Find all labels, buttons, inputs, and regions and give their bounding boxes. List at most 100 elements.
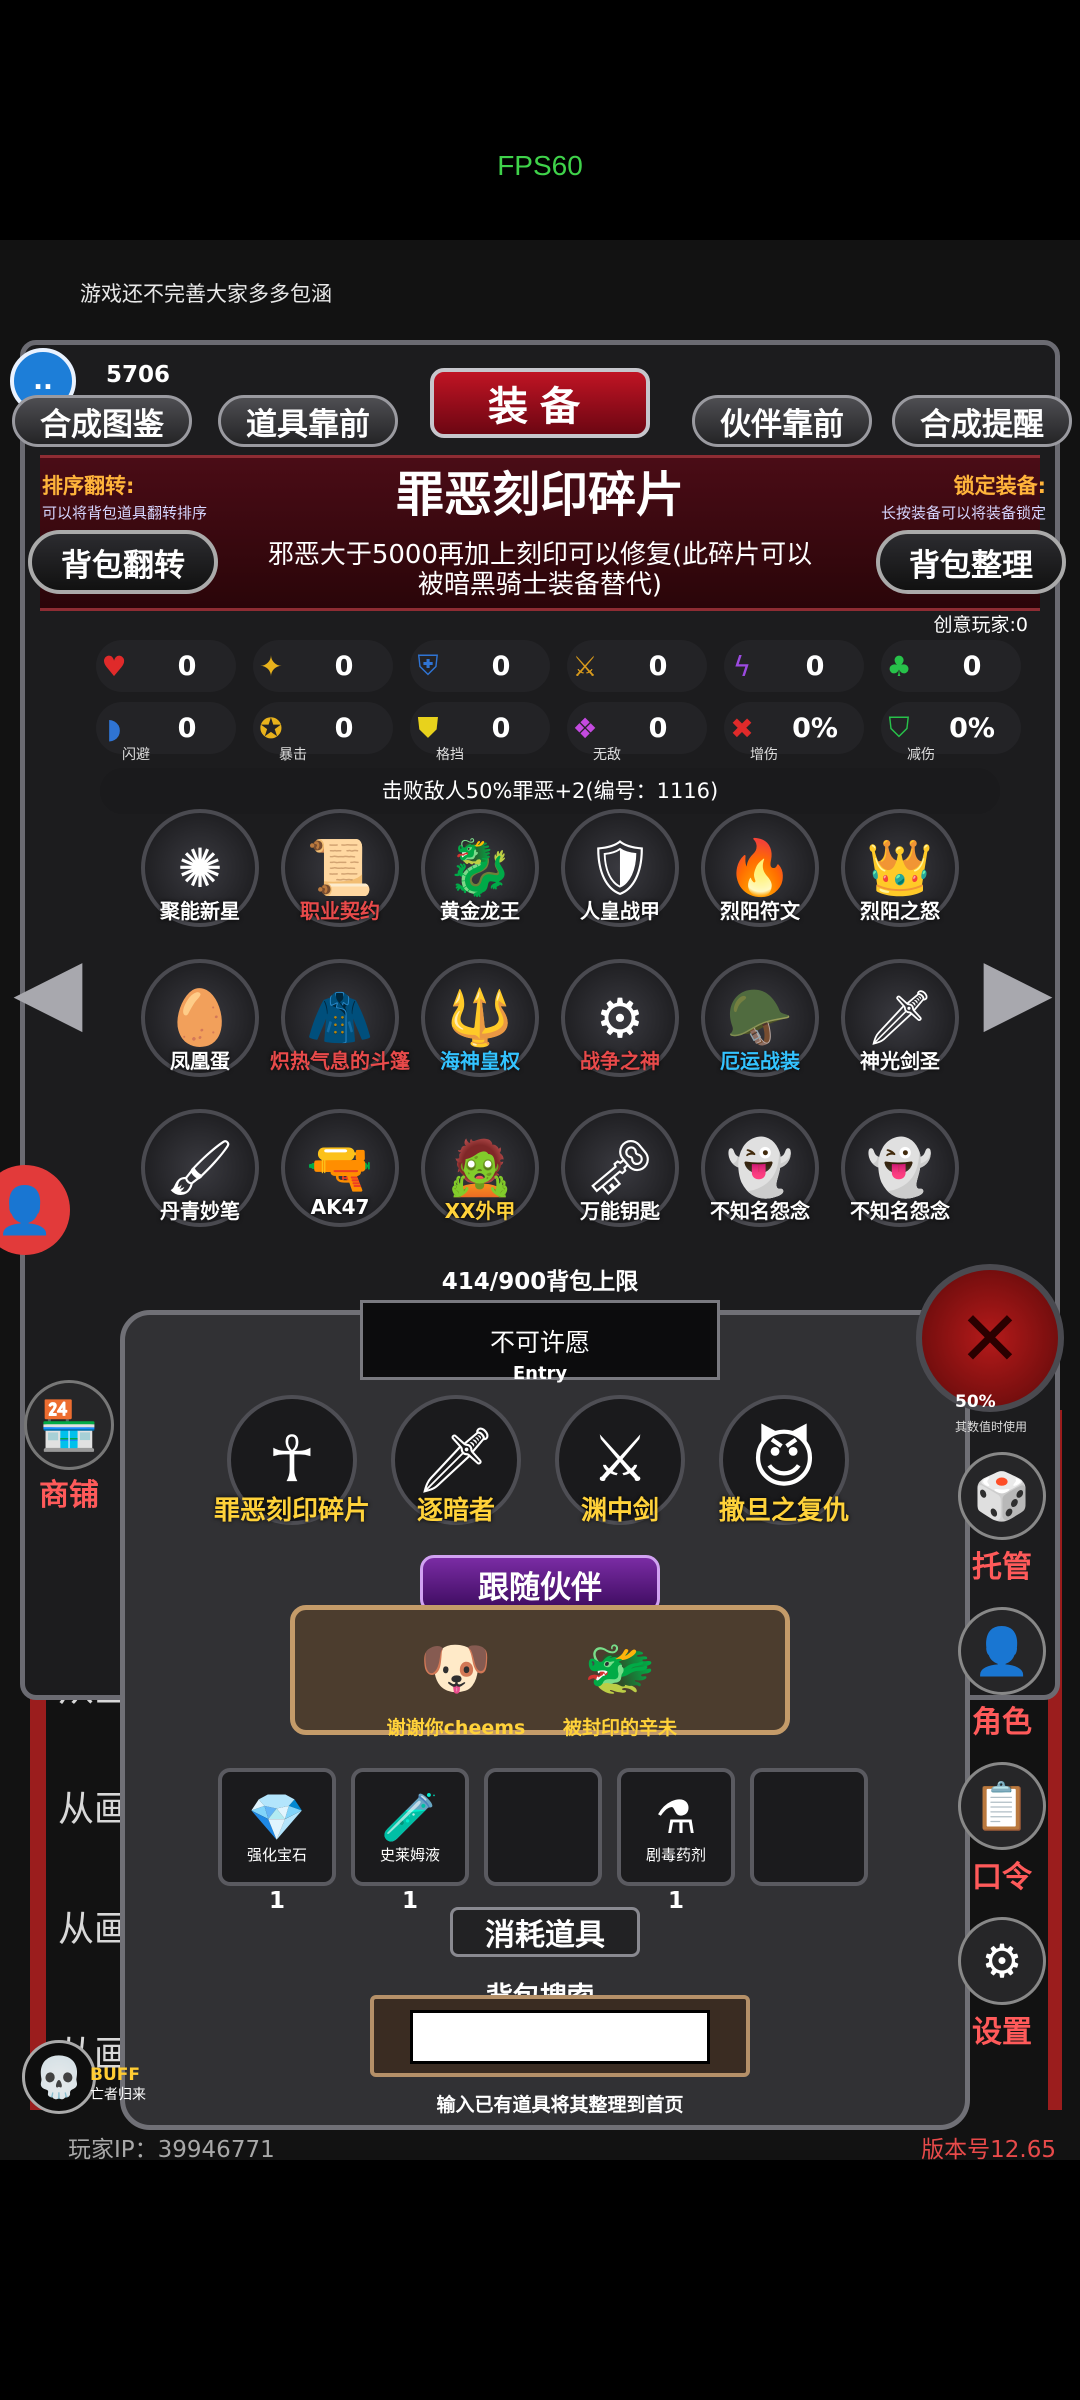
shop-label: 商铺 xyxy=(39,1478,99,1513)
version-label: 版本号12.65 xyxy=(921,2137,1056,2163)
next-page-arrow-icon[interactable]: ▶ xyxy=(978,900,1058,1080)
stat-pill: ✪ 0 暴击 xyxy=(253,702,393,763)
entry-label: Entry xyxy=(512,1363,568,1384)
stat-pill: ⛨ 0 xyxy=(410,640,550,692)
close-button[interactable]: ✕ xyxy=(916,1264,1064,1412)
stat-pill: ⚔ 0 xyxy=(567,640,707,692)
consumable-slot[interactable] xyxy=(750,1768,868,1886)
stat-value: 0 xyxy=(805,650,825,682)
percent-value: 50% xyxy=(955,1392,996,1412)
notice-text: 游戏还不完善大家多多包涵 xyxy=(80,282,332,306)
consumable-icon: 💎 xyxy=(248,1789,306,1844)
sword-icon: ⚔ xyxy=(572,649,598,683)
page-title: 装备 xyxy=(430,368,650,438)
dice-icon: 🎲 xyxy=(958,1452,1046,1540)
equipped-label: 撒旦之复仇 xyxy=(718,1496,849,1526)
shop-icon: 🏪 xyxy=(24,1380,114,1470)
lock-equip-title: 锁定装备: xyxy=(953,474,1046,498)
stat-value: 0 xyxy=(648,650,668,682)
wish-text: 不可许愿 xyxy=(489,1328,590,1357)
consumable-name: 史莱姆液 xyxy=(379,1845,440,1864)
inventory-label: 神光剑圣 xyxy=(860,1049,940,1073)
right-menu-item[interactable]: ⚙ 设置 xyxy=(956,1917,1048,2051)
consumable-slot[interactable] xyxy=(484,1768,602,1886)
right-menu-label: 角色 xyxy=(972,1705,1032,1740)
player-ip: 玩家IP：39946771 xyxy=(68,2137,275,2163)
right-menu-label: 托管 xyxy=(972,1550,1032,1585)
buff-title: BUFF xyxy=(90,2065,140,2085)
consumable-icon: ⚗ xyxy=(655,1789,697,1844)
consumable-name: 剧毒药剂 xyxy=(645,1845,706,1864)
heart-icon: ♥ xyxy=(101,649,127,683)
tab-companions-first[interactable]: 伙伴靠前 xyxy=(692,395,872,447)
inventory-label: 烈阳之怒 xyxy=(860,899,940,923)
stat-pill: ⛊ 0 格挡 xyxy=(410,702,550,763)
companion-slot[interactable]: 🐲 xyxy=(570,1618,670,1718)
stat-value: 0 xyxy=(334,712,354,744)
companion-slot[interactable]: 🐶 xyxy=(406,1618,506,1718)
bag-tidy-button[interactable]: 背包整理 xyxy=(876,530,1066,594)
lock-equip-desc: 长按装备可以将装备锁定 xyxy=(880,504,1046,522)
score-value: 5706 xyxy=(106,362,171,388)
stat-pill: ⛉ 0% 减伤 xyxy=(881,702,1021,763)
creative-player-count: 创意玩家:0 xyxy=(933,614,1029,636)
consumable-slot[interactable]: 🧪 史莱姆液 xyxy=(351,1768,469,1886)
stat-value: 0 xyxy=(648,712,668,744)
stat-label: 闪避 xyxy=(122,747,150,763)
buff-sub: 亡者归来 xyxy=(90,2087,146,2103)
stat-pill: ◗ 0 闪避 xyxy=(96,702,236,763)
stat-label: 增伤 xyxy=(750,747,778,763)
fps-counter: FPS60 xyxy=(497,150,583,181)
prev-page-arrow-icon[interactable]: ◀ xyxy=(8,900,88,1080)
consumable-icon: 🧪 xyxy=(381,1789,439,1844)
consumables-title: 消耗道具 xyxy=(450,1907,640,1957)
stat-pill: ❖ 0 无敌 xyxy=(567,702,707,763)
bag-flip-button[interactable]: 背包翻转 xyxy=(28,530,218,594)
stat-label: 无敌 xyxy=(593,747,621,763)
right-menu-item[interactable]: 📋 口令 xyxy=(956,1762,1048,1896)
inventory-label: 不知名怨念 xyxy=(850,1199,950,1223)
stat-label: 减伤 xyxy=(907,747,935,763)
lightning-icon: ϟ xyxy=(732,649,752,683)
character-icon: 👤 xyxy=(958,1607,1046,1695)
right-menu-item[interactable]: 👤 角色 xyxy=(956,1607,1048,1741)
bag-capacity: 414/900背包上限 xyxy=(441,1269,639,1295)
stat-pill: ϟ0 xyxy=(724,640,864,692)
tab-synthesis-reminder[interactable]: 合成提醒 xyxy=(892,395,1072,447)
stat-value: 0 xyxy=(491,712,511,744)
shop-button[interactable]: 🏪 商铺 xyxy=(24,1380,114,1514)
stat-pill: ✦ 0 xyxy=(253,640,393,692)
stat-pill: ♥ 0 xyxy=(96,640,236,692)
bag-search-hint: 输入已有道具将其整理到首页 xyxy=(436,2094,684,2116)
armor-icon: ⛨ xyxy=(417,649,439,682)
right-menu-item[interactable]: 🎲 托管 xyxy=(956,1452,1048,1586)
tab-items-first[interactable]: 道具靠前 xyxy=(218,395,398,447)
companion-label: 被封印的辛未 xyxy=(562,1717,677,1739)
stat-value: 0 xyxy=(491,650,511,682)
sort-flip-title: 排序翻转: xyxy=(42,474,135,498)
consumable-name: 强化宝石 xyxy=(246,1845,307,1864)
stat-value: 0 xyxy=(177,712,197,744)
stat-pill: ✖ 0% 增伤 xyxy=(724,702,864,763)
sort-flip-desc: 可以将背包道具翻转排序 xyxy=(42,504,208,522)
code-icon: 📋 xyxy=(958,1762,1046,1850)
item-name: 罪恶刻印碎片 xyxy=(395,467,684,523)
item-description: 邪恶大于5000再加上刻印可以修复(此碎片可以被暗黑骑士装备替代) xyxy=(267,540,813,600)
buff-skull-icon[interactable]: 💀 xyxy=(22,2040,96,2114)
percent-sub: 其数值时使用 xyxy=(955,1420,1028,1434)
stat-value: 0 xyxy=(177,650,197,682)
stat-value: 0% xyxy=(949,712,995,744)
stat-value: 0% xyxy=(792,712,838,744)
clover-icon: ♣ xyxy=(886,649,912,683)
kill-bonus-text: 击败敌人50%罪恶+2(编号：1116) xyxy=(100,768,1000,814)
gear-icon: ⚙ xyxy=(958,1917,1046,2005)
consumable-qty: 1 xyxy=(268,1888,285,1914)
tab-synthesis-catalog[interactable]: 合成图鉴 xyxy=(12,395,192,447)
strength-icon: ✦ xyxy=(259,649,283,683)
right-menu-label: 口令 xyxy=(972,1860,1032,1895)
bag-search-input[interactable] xyxy=(410,2010,710,2064)
stat-label: 格挡 xyxy=(436,747,464,763)
stat-pill: ♣ 0 xyxy=(881,640,1021,692)
consumable-slot[interactable]: ⚗ 剧毒药剂 xyxy=(617,1768,735,1886)
consumable-slot[interactable]: 💎 强化宝石 xyxy=(218,1768,336,1886)
